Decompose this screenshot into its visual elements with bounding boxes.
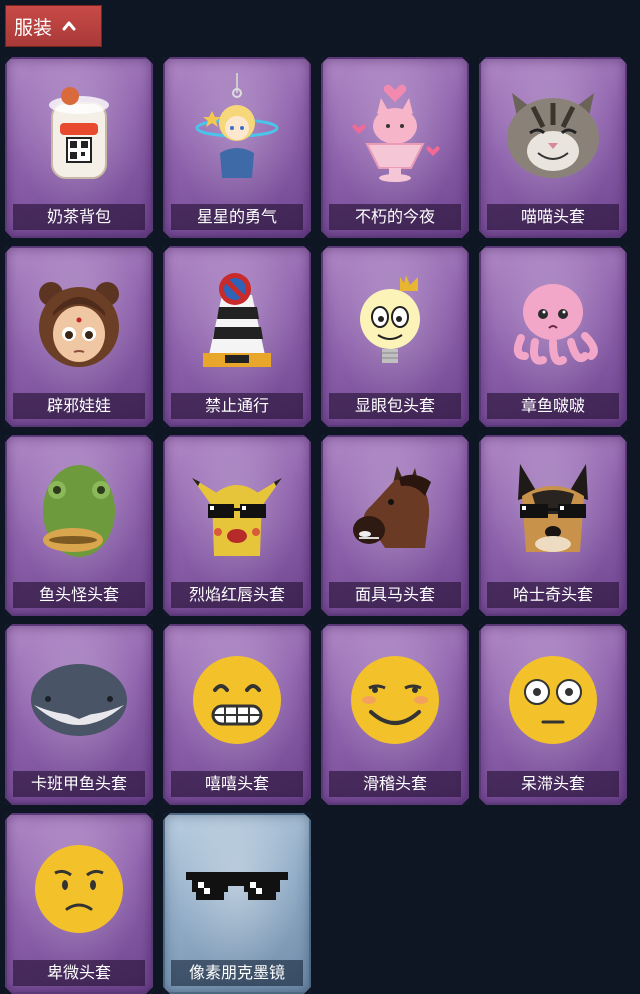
item-label: 喵喵头套 (487, 204, 619, 230)
item-card-funny-head[interactable]: 滑稽头套 (321, 624, 469, 805)
item-label: 卑微头套 (13, 960, 145, 986)
item-label: 滑稽头套 (329, 771, 461, 797)
pixel-sunglasses-icon (186, 872, 288, 900)
item-card-doll[interactable]: 辟邪娃娃 (5, 246, 153, 427)
item-label: 星星的勇气 (171, 204, 303, 230)
star-courage-charm-icon (195, 73, 279, 178)
chevron-up-icon (62, 21, 76, 31)
item-card-cat-head[interactable]: 喵喵头套 (479, 57, 627, 238)
item-card-husky-head[interactable]: 哈士奇头套 (479, 435, 627, 616)
gray-fish-blob-icon (31, 664, 127, 736)
pink-fox-dessert-cup-icon (352, 84, 440, 182)
item-label: 面具马头套 (329, 582, 461, 608)
item-label: 卡班甲鱼头套 (13, 771, 145, 797)
item-card-no-entry[interactable]: 禁止通行 (163, 246, 311, 427)
item-label: 不朽的今夜 (329, 204, 461, 230)
item-card-dazed-head[interactable]: 呆滞头套 (479, 624, 627, 805)
item-label: 烈焰红唇头套 (171, 582, 303, 608)
item-label: 奶茶背包 (13, 204, 145, 230)
horse-head-icon (353, 466, 431, 548)
husky-sunglasses-icon (518, 464, 588, 552)
pink-octopus-icon (513, 284, 598, 366)
milk-tea-backpack-icon (49, 87, 109, 179)
item-label: 嘻嘻头套 (171, 771, 303, 797)
item-label: 辟邪娃娃 (13, 393, 145, 419)
item-label: 章鱼啵啵 (487, 393, 619, 419)
item-label: 鱼头怪头套 (13, 582, 145, 608)
smirk-emoji-icon (351, 656, 439, 744)
grinning-emoji-icon (193, 656, 281, 744)
item-card-red-lips-head[interactable]: 烈焰红唇头套 (163, 435, 311, 616)
item-card-octopus[interactable]: 章鱼啵啵 (479, 246, 627, 427)
item-card-milk-tea-backpack[interactable]: 奶茶背包 (5, 57, 153, 238)
lightbulb-crown-head-icon (360, 275, 420, 363)
dazed-emoji-icon (509, 656, 597, 744)
category-tab-label: 服装 (14, 16, 53, 39)
item-label: 禁止通行 (171, 393, 303, 419)
item-label: 显眼包头套 (329, 393, 461, 419)
fish-head-icon (43, 465, 115, 557)
item-card-grinning-head[interactable]: 嘻嘻头套 (163, 624, 311, 805)
item-card-fish-head[interactable]: 鱼头怪头套 (5, 435, 153, 616)
humble-emoji-icon (35, 845, 123, 933)
item-card-pixel-sunglasses[interactable]: 像素朋克墨镜 (163, 813, 311, 994)
item-card-lightbulb-head[interactable]: 显眼包头套 (321, 246, 469, 427)
yellow-pikachu-sunglasses-icon (192, 478, 282, 556)
item-card-immortal-night[interactable]: 不朽的今夜 (321, 57, 469, 238)
item-label: 像素朋克墨镜 (171, 960, 303, 986)
item-label: 哈士奇头套 (487, 582, 619, 608)
item-label: 呆滞头套 (487, 771, 619, 797)
cat-head-icon (507, 93, 599, 178)
item-card-horse-head[interactable]: 面具马头套 (321, 435, 469, 616)
item-card-kaban-fish-head[interactable]: 卡班甲鱼头套 (5, 624, 153, 805)
doll-head-icon (39, 282, 119, 367)
category-tab-clothing[interactable]: 服装 (5, 5, 102, 47)
item-card-star-courage[interactable]: 星星的勇气 (163, 57, 311, 238)
item-grid: 奶茶背包 星星的勇气 不朽的今夜 喵喵头套 辟邪娃娃 禁止通行 显眼包头套 章鱼… (5, 57, 627, 994)
item-card-humble-head[interactable]: 卑微头套 (5, 813, 153, 994)
no-entry-traffic-cone-icon (203, 273, 271, 367)
